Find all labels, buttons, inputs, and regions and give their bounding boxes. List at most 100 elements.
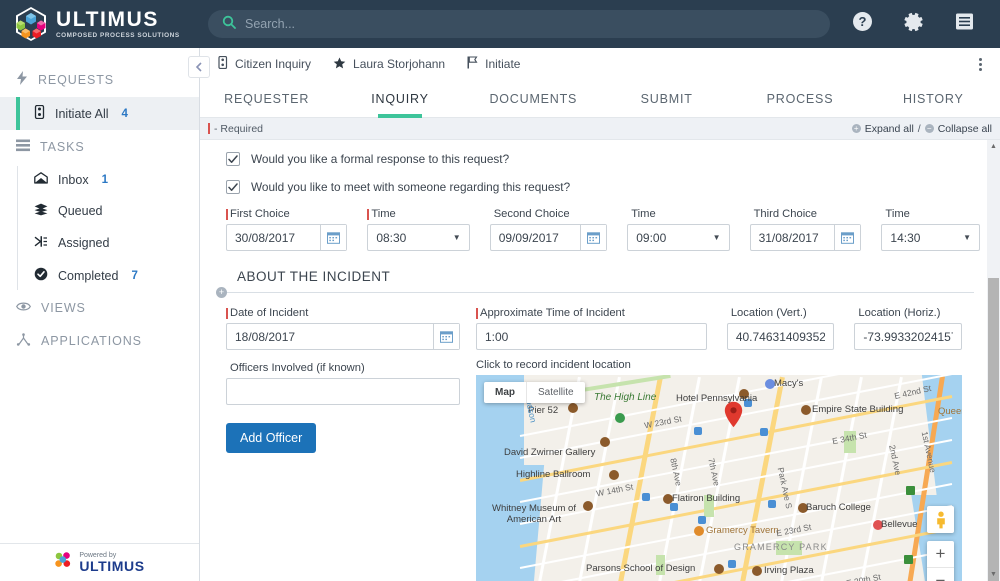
sidebar-collapse-button[interactable] xyxy=(188,56,210,78)
meet-someone-label: Would you like to meet with someone rega… xyxy=(251,180,570,194)
tab-history[interactable]: HISTORY xyxy=(867,80,1000,117)
sidebar-group-applications[interactable]: APPLICATIONS xyxy=(0,324,199,358)
first-choice-date-input[interactable] xyxy=(227,225,320,250)
sidebar-group-views[interactable]: VIEWS xyxy=(0,292,199,324)
zoom-in-button[interactable]: + xyxy=(927,541,954,567)
sidebar-group-label: REQUESTS xyxy=(38,73,114,87)
map-label-highline-ballroom: Highline Ballroom xyxy=(516,469,590,480)
breadcrumb-item-citizen-inquiry[interactable]: Citizen Inquiry xyxy=(218,56,311,72)
map-type-map[interactable]: Map xyxy=(484,382,526,403)
first-time-select[interactable]: 08:30 ▼ xyxy=(367,224,469,251)
content-scrollbar-thumb[interactable] xyxy=(988,278,999,581)
officers-involved-input-group[interactable] xyxy=(226,378,460,405)
field-label: Approximate Time of Incident xyxy=(476,307,707,319)
vertical-dots-icon[interactable] xyxy=(975,54,986,75)
second-choice-date-input-group[interactable] xyxy=(490,224,608,251)
breadcrumb-label: Initiate xyxy=(485,57,520,71)
section-about-the-incident: ABOUT THE INCIDENT + xyxy=(226,269,1000,293)
first-choice-date-input-group[interactable] xyxy=(226,224,347,251)
second-time-select[interactable]: 09:00 ▼ xyxy=(627,224,729,251)
minus-circle-icon[interactable]: − xyxy=(925,124,934,133)
application-window: ULTIMUS COMPOSED PROCESS SOLUTIONS ? xyxy=(0,0,1000,581)
map-poi-dot xyxy=(609,470,619,480)
add-officer-button[interactable]: Add Officer xyxy=(226,423,316,453)
tab-inquiry[interactable]: INQUIRY xyxy=(333,80,466,117)
breadcrumb-item-initiate[interactable]: Initiate xyxy=(467,56,520,72)
expand-all-link[interactable]: Expand all xyxy=(865,123,914,135)
chevron-down-icon: ▼ xyxy=(963,233,971,242)
location-vert-input-group[interactable] xyxy=(727,323,835,350)
date-of-incident-input[interactable] xyxy=(227,324,433,349)
approx-time-input-group[interactable] xyxy=(476,323,707,350)
formal-response-checkbox[interactable] xyxy=(226,152,240,166)
field-label: Time xyxy=(367,208,469,220)
tab-submit[interactable]: SUBMIT xyxy=(600,80,733,117)
sidebar-item-completed[interactable]: Completed 7 xyxy=(0,259,199,292)
second-choice-date-input[interactable] xyxy=(491,225,581,250)
hamburger-menu-icon[interactable] xyxy=(955,12,974,36)
calendar-icon[interactable] xyxy=(433,324,459,349)
breadcrumb-item-user[interactable]: Laura Storjohann xyxy=(333,57,445,72)
section-toggle-icon[interactable]: + xyxy=(216,287,227,298)
approx-time-input[interactable] xyxy=(477,324,706,349)
date-of-incident-input-group[interactable] xyxy=(226,323,460,350)
sidebar-tasks-list: Inbox 1 Queued xyxy=(0,164,199,292)
sidebar-item-initiate-all[interactable]: Initiate All 4 xyxy=(0,97,199,130)
map-label-parsons-school-of-design: Parsons School of Design xyxy=(586,563,695,574)
third-time-select[interactable]: 14:30 ▼ xyxy=(881,224,980,251)
scroll-up-arrow-icon[interactable]: ▲ xyxy=(987,140,1000,153)
location-horiz-input-group[interactable] xyxy=(854,323,962,350)
sidebar-item-count: 1 xyxy=(102,174,108,186)
map-type-satellite[interactable]: Satellite xyxy=(526,382,585,403)
location-horiz-input[interactable] xyxy=(855,324,961,349)
check-circle-icon xyxy=(34,267,48,284)
sidebar-group-requests[interactable]: REQUESTS xyxy=(0,62,199,97)
map-poi-dot xyxy=(615,413,625,423)
sidebar-item-assigned[interactable]: Assigned xyxy=(0,227,199,259)
gear-icon[interactable] xyxy=(903,11,925,38)
help-icon[interactable]: ? xyxy=(852,11,873,37)
field-approx-time: Approximate Time of Incident xyxy=(476,307,707,350)
breadcrumb-label: Laura Storjohann xyxy=(353,57,445,71)
calendar-icon[interactable] xyxy=(320,225,346,250)
main-panel: Citizen Inquiry Laura Storjohann xyxy=(200,48,1000,581)
field-label: Date of Incident xyxy=(226,307,460,319)
top-bar-icons: ? xyxy=(852,11,1000,38)
sidebar-item-inbox[interactable]: Inbox 1 xyxy=(0,164,199,195)
tab-documents[interactable]: DOCUMENTS xyxy=(467,80,600,117)
sidebar-item-label: Queued xyxy=(58,204,102,218)
required-marker-icon xyxy=(208,123,210,134)
calendar-icon[interactable] xyxy=(580,225,606,250)
collapse-all-link[interactable]: Collapse all xyxy=(938,123,992,135)
map-label-hotel-pennsylvania: Hotel Pennsylvania xyxy=(676,393,757,404)
breadcrumb-label: Citizen Inquiry xyxy=(235,57,311,71)
calendar-icon[interactable] xyxy=(834,225,860,250)
document-icon xyxy=(218,56,228,72)
scroll-down-arrow-icon[interactable]: ▼ xyxy=(987,568,1000,581)
plus-circle-icon[interactable]: + xyxy=(852,124,861,133)
map-label-macys: Macy's xyxy=(774,378,803,389)
brand-logo[interactable]: ULTIMUS COMPOSED PROCESS SOLUTIONS xyxy=(0,6,200,42)
third-choice-date-input[interactable] xyxy=(751,225,835,250)
map-label-irving-plaza: Irving Plaza xyxy=(764,565,814,576)
zoom-out-button[interactable]: − xyxy=(927,567,954,581)
global-search[interactable] xyxy=(208,10,830,38)
third-choice-date-input-group[interactable] xyxy=(750,224,862,251)
tab-process[interactable]: PROCESS xyxy=(733,80,866,117)
sidebar-nav: REQUESTS Initiate All 4 xyxy=(0,48,199,543)
meet-someone-checkbox[interactable] xyxy=(226,180,240,194)
sidebar-item-queued[interactable]: Queued xyxy=(0,195,199,227)
tab-requester[interactable]: REQUESTER xyxy=(200,80,333,117)
map-poi-dot xyxy=(694,526,704,536)
map-label-flatiron-building: Flatiron Building xyxy=(672,493,740,504)
map-pin-icon[interactable] xyxy=(724,401,743,428)
map-highway-shield xyxy=(906,486,915,495)
officers-involved-input[interactable] xyxy=(227,379,459,404)
pegman-streetview-icon[interactable] xyxy=(927,506,954,533)
search-input[interactable] xyxy=(245,17,816,31)
map-label-whitney-museum: Whitney Museum of American Art xyxy=(486,503,582,525)
location-vert-input[interactable] xyxy=(728,324,834,349)
content-scrollbar[interactable]: ▲ ▼ xyxy=(987,140,1000,581)
sidebar-group-tasks[interactable]: TASKS xyxy=(0,130,199,164)
incident-location-map[interactable]: Map Satellite The High Line Hotel Pennsy… xyxy=(476,375,962,581)
